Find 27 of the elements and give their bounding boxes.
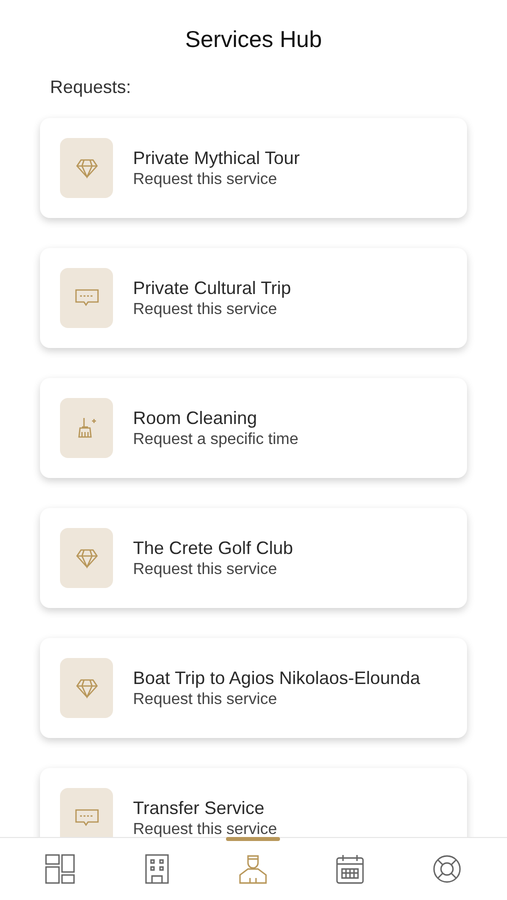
service-subtitle: Request this service [133, 820, 278, 837]
concierge-icon [237, 853, 270, 885]
page-title: Services Hub [184, 26, 323, 53]
dashboard-icon [44, 853, 76, 885]
speech-bubble-icon [74, 287, 100, 309]
service-subtitle: Request a specific time [133, 430, 298, 448]
service-card[interactable]: Private Mythical Tour Request this service [40, 118, 467, 218]
service-title: Private Mythical Tour [133, 148, 300, 168]
calendar-icon [334, 853, 366, 885]
service-title: Transfer Service [133, 798, 266, 818]
section-label: Requests: [50, 77, 132, 98]
service-card[interactable]: Transfer Service Request this service [40, 768, 467, 837]
lifebuoy-icon [430, 853, 463, 885]
service-card[interactable]: Room Cleaning Request a specific time [40, 378, 467, 478]
service-card[interactable]: Private Cultural Trip Request this service [40, 248, 467, 348]
service-subtitle: Request this service [133, 170, 278, 188]
active-indicator [226, 837, 280, 841]
service-title: Boat Trip to Agios Nikolaos-Elounda [133, 668, 420, 688]
service-title: Room Cleaning [133, 408, 258, 428]
speech-bubble-icon [74, 807, 100, 829]
service-title: Private Cultural Trip [133, 278, 292, 298]
service-title: The Crete Golf Club [133, 538, 294, 558]
service-card[interactable]: The Crete Golf Club Request this service [40, 508, 467, 608]
service-subtitle: Request this service [133, 300, 278, 318]
service-card[interactable]: Boat Trip to Agios Nikolaos-Elounda Request this service [40, 638, 467, 738]
service-subtitle: Request this service [133, 690, 278, 708]
service-subtitle: Request this service [133, 560, 278, 578]
